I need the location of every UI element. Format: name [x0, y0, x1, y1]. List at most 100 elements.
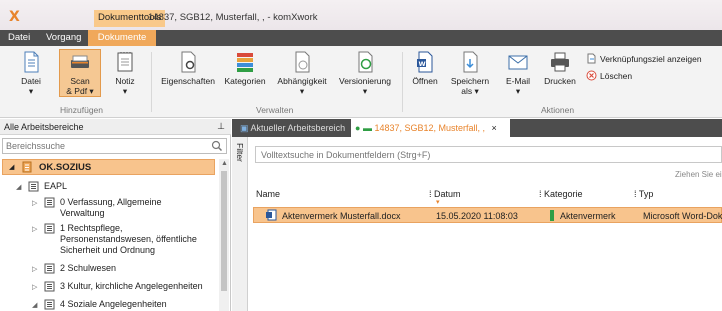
tree-item-verfassung[interactable]: ▷ 0 Verfassung, Allgemeine Verwaltung	[32, 197, 216, 221]
oeffnen-button[interactable]: W Öffnen	[410, 50, 440, 86]
tab-label: Aktueller Arbeitsbereich	[250, 123, 346, 133]
column-header-kategorie[interactable]: ⁞ Kategorie	[539, 189, 583, 199]
tree-item-schulwesen[interactable]: ▷ 2 Schulwesen	[32, 263, 216, 275]
category-color-marker	[550, 210, 554, 221]
printer-icon	[551, 52, 569, 72]
tree-item-soziale-angelegenheiten[interactable]: ◢ 4 Soziale Angelegenheiten	[32, 299, 216, 311]
register-icon	[44, 223, 55, 234]
group-label-hinzufuegen: Hinzufügen	[60, 105, 104, 115]
group-label-aktionen: Aktionen	[541, 105, 575, 115]
document-tab-bar: ▣ Aktueller Arbeitsbereich ● ▬ 14837, SG…	[232, 119, 722, 137]
word-document-icon	[266, 209, 277, 221]
collapse-arrow-icon[interactable]: ◢	[16, 182, 21, 193]
eigenschaften-button[interactable]: Eigenschaften	[159, 50, 217, 86]
pin-icon[interactable]: ⊥	[217, 121, 225, 132]
tree-item-label: 4 Soziale Angelegenheiten	[60, 299, 167, 309]
verknuepfungsziel-button[interactable]: Verknüpfungsziel anzeigen	[586, 53, 702, 65]
speichern-als-button[interactable]: Speichern als ▾	[449, 50, 491, 96]
pane-header: Alle Arbeitsbereiche ⊥	[0, 119, 231, 135]
tree-scrollbar[interactable]: ▲	[219, 159, 229, 311]
expand-arrow-icon[interactable]: ▷	[32, 198, 37, 209]
tree-item-kultur[interactable]: ▷ 3 Kultur, kirchliche Angelegenheiten	[32, 281, 216, 293]
email-icon	[508, 55, 528, 70]
versionierung-button[interactable]: Versionierung ▾	[336, 50, 394, 96]
chevron-down-icon: ▾	[299, 86, 305, 96]
area-search-field[interactable]	[2, 138, 227, 154]
pane-title: Alle Arbeitsbereiche	[4, 122, 84, 132]
save-as-icon	[463, 51, 478, 73]
ribbon-separator	[151, 52, 152, 112]
drucken-label: Drucken	[544, 76, 576, 86]
status-dot-icon: ●	[355, 123, 361, 133]
column-header-datum[interactable]: ⁞ Datum	[429, 189, 461, 199]
versionierung-label: Versionierung	[339, 76, 391, 86]
tab-case-14837[interactable]: ● ▬ 14837, SGB12, Musterfall, , ×	[351, 119, 510, 137]
kategorien-button[interactable]: Kategorien	[222, 50, 268, 86]
scanner-icon	[71, 55, 89, 68]
collapse-arrow-icon[interactable]: ◢	[9, 163, 14, 171]
tree-item-label: 1 Rechtspflege,	[60, 223, 123, 233]
email-label: E-Mail	[505, 76, 531, 86]
column-header-name[interactable]: Name	[256, 189, 280, 199]
window-title: 14837, SGB12, Musterfall, , - komXwork	[148, 12, 318, 23]
sort-descending-icon: ▾	[436, 199, 440, 206]
scan-pdf-button[interactable]: Scan & Pdf ▾	[59, 49, 101, 97]
chevron-down-icon: ▾	[122, 86, 128, 96]
cell-datum: 15.05.2020 11:08:03	[436, 211, 518, 221]
column-header-typ[interactable]: ⁞ Typ	[634, 189, 653, 199]
tree-root-oksozius[interactable]: ◢ OK.SOZIUS	[2, 159, 215, 175]
abhaengigkeit-button[interactable]: Abhängigkeit ▾	[272, 50, 332, 96]
tree-item-label: EAPL	[44, 181, 68, 191]
expand-arrow-icon[interactable]: ▷	[32, 224, 37, 235]
email-button[interactable]: E-Mail ▾	[502, 50, 534, 96]
tree-item-rechtspflege[interactable]: ▷ 1 Rechtspflege, Personenstandswesen, ö…	[32, 223, 216, 257]
table-row[interactable]: Aktenvermerk Musterfall.docx 15.05.2020 …	[253, 207, 722, 223]
workspace-icon: ▣	[240, 123, 249, 133]
ribbon-tab-bar: Datei Vorgang Dokumente	[0, 30, 722, 46]
datei-button[interactable]: Datei ▾	[16, 50, 46, 96]
app-logo-icon: X	[9, 9, 20, 25]
drucken-button[interactable]: Drucken	[543, 50, 577, 86]
column-label: Typ	[638, 189, 654, 199]
folder-icon: ▬	[362, 123, 372, 133]
close-icon[interactable]: ×	[492, 123, 497, 133]
scrollbar-thumb[interactable]	[221, 171, 227, 291]
notiz-button[interactable]: Notiz ▾	[110, 50, 140, 96]
database-icon	[22, 161, 32, 173]
area-search-input[interactable]	[3, 139, 203, 153]
filter-panel-toggle[interactable]: Filter	[232, 137, 248, 311]
tab-aktueller-arbeitsbereich[interactable]: ▣ Aktueller Arbeitsbereich	[236, 119, 349, 137]
tab-datei[interactable]: Datei	[4, 30, 34, 46]
tree-item-label: 3 Kultur, kirchliche Angelegenheiten	[60, 281, 203, 291]
filter-label: Filter	[235, 143, 245, 162]
fulltext-search-field[interactable]	[255, 146, 722, 163]
scan-label: Scan	[70, 76, 90, 86]
tab-vorgang[interactable]: Vorgang	[42, 30, 85, 46]
speichern-als-label: als ▾	[461, 86, 479, 96]
delete-icon	[586, 70, 597, 81]
tree-item-label-cont: Sicherheit und Ordnung	[60, 245, 156, 255]
tree-item-label-cont: Personenstandswesen, öffentliche	[60, 234, 197, 244]
tree-item-eapl[interactable]: ◢ EAPL	[16, 181, 214, 193]
search-icon[interactable]	[211, 140, 223, 152]
fulltext-search-input[interactable]	[256, 147, 716, 162]
tree-item-label: 2 Schulwesen	[60, 263, 117, 273]
expand-arrow-icon[interactable]: ▷	[32, 264, 37, 275]
speichern-label: Speichern	[450, 76, 490, 86]
tab-dokumente[interactable]: Dokumente	[88, 30, 156, 46]
register-icon	[44, 197, 55, 208]
loeschen-button[interactable]: Löschen	[586, 70, 632, 82]
scroll-up-icon[interactable]: ▲	[221, 160, 228, 167]
cell-kategorie: Aktenvermerk	[560, 211, 616, 221]
email-chevron: ▾	[515, 86, 521, 96]
ribbon: Datei ▾ Scan & Pdf ▾ Notiz ▾ Hinzufügen …	[0, 46, 722, 118]
expand-arrow-icon[interactable]: ▷	[32, 282, 37, 293]
chevron-down-icon: ▾	[28, 86, 34, 96]
collapse-arrow-icon[interactable]: ◢	[32, 300, 37, 311]
ribbon-separator	[402, 52, 403, 112]
abhaengigkeit-label: Abhängigkeit	[277, 76, 327, 86]
note-icon	[117, 52, 133, 72]
word-document-icon: W	[417, 51, 433, 73]
notiz-label: Notiz	[115, 76, 135, 86]
eigenschaften-label: Eigenschaften	[161, 76, 215, 86]
